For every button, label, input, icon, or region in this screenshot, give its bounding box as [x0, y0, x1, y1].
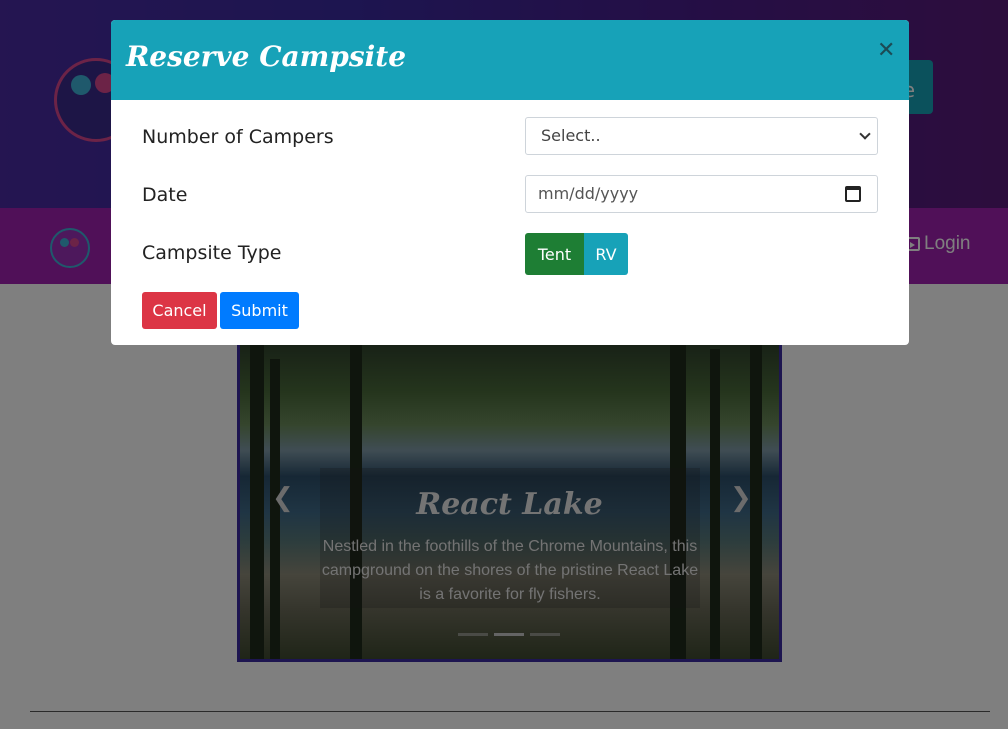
chevron-down-icon [859, 128, 871, 140]
tent-option-button[interactable]: Tent [525, 233, 584, 275]
modal-header: Reserve Campsite ✕ [111, 20, 909, 100]
reserve-campsite-modal: Reserve Campsite ✕ Number of Campers Sel… [111, 20, 909, 345]
rv-option-button[interactable]: RV [584, 233, 628, 275]
close-icon[interactable]: ✕ [877, 38, 895, 63]
date-label: Date [142, 184, 188, 206]
campers-select[interactable]: Select.. [525, 117, 878, 155]
submit-button[interactable]: Submit [220, 292, 299, 329]
campers-select-value: Select.. [541, 126, 601, 145]
cancel-button[interactable]: Cancel [142, 292, 217, 329]
campsite-type-toggle: Tent RV [525, 233, 628, 275]
campers-label: Number of Campers [142, 126, 334, 148]
date-field[interactable]: mm/dd/yyyy [525, 175, 878, 213]
calendar-icon[interactable] [845, 186, 861, 202]
date-placeholder: mm/dd/yyyy [538, 184, 639, 203]
modal-title: Reserve Campsite [126, 40, 407, 73]
campsite-type-label: Campsite Type [142, 242, 282, 264]
